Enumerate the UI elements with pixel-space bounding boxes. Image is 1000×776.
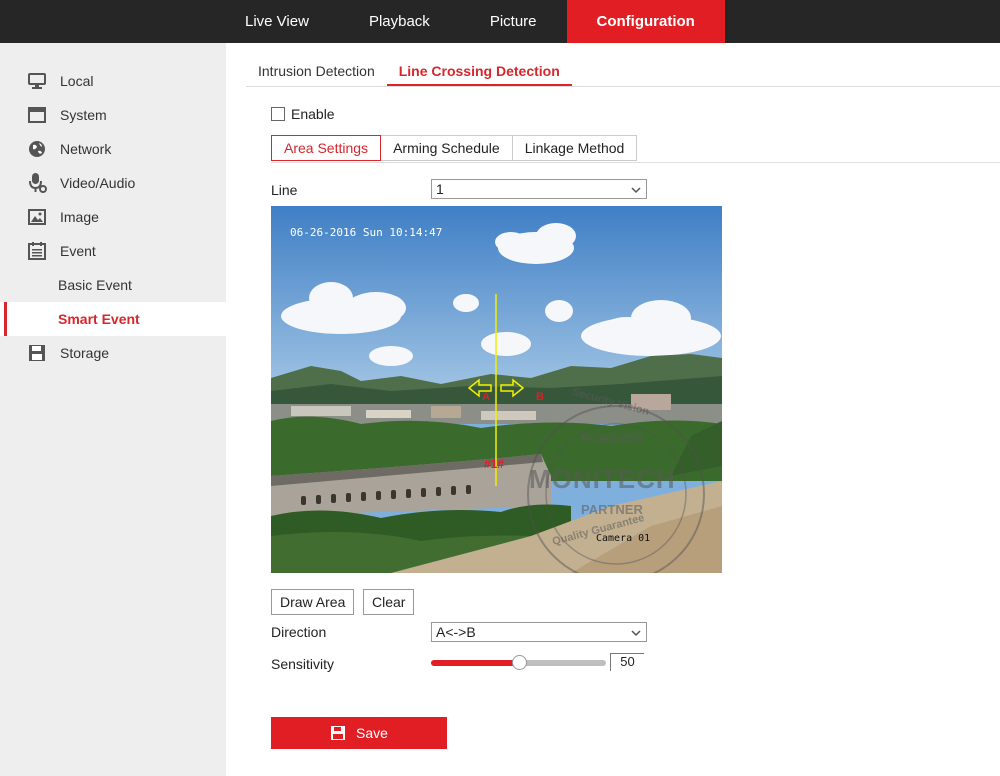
enable-label: Enable — [291, 106, 335, 122]
slider-handle[interactable] — [511, 655, 527, 670]
chevron-down-icon — [630, 182, 642, 200]
sidebar-item-label: Basic Event — [58, 277, 132, 293]
settings-steps: Area Settings Arming Schedule Linkage Me… — [271, 135, 638, 161]
globe-icon — [26, 138, 48, 160]
floppy-disk-icon — [330, 725, 346, 741]
sidebar-item-label: Video/Audio — [60, 175, 136, 191]
detection-tabs: Intrusion Detection Line Crossing Detect… — [246, 53, 572, 86]
clear-button[interactable]: Clear — [363, 589, 415, 615]
watermark-top: FOREVER — [581, 431, 644, 446]
osd-timestamp: 06-26-2016 Sun 10:14:47 — [290, 226, 443, 239]
sidebar-item-label: Image — [60, 209, 99, 225]
step-area-settings[interactable]: Area Settings — [271, 135, 382, 161]
sensitivity-value[interactable]: 50 — [610, 653, 644, 671]
enable-checkbox[interactable] — [271, 107, 285, 121]
sidebar-item-local[interactable]: Local — [0, 64, 226, 98]
main-nav: Live View Playback Picture Configuration — [215, 0, 725, 43]
sidebar: Local System Network Video/Audio Image E… — [0, 43, 226, 776]
main-content: Intrusion Detection Line Crossing Detect… — [226, 43, 1000, 776]
direction-select[interactable]: A<->B — [431, 622, 647, 642]
line-select[interactable]: 1 — [431, 179, 647, 199]
step-arming-schedule[interactable]: Arming Schedule — [381, 135, 513, 161]
microphone-icon — [26, 172, 48, 194]
top-navigation-bar: Live View Playback Picture Configuration — [0, 0, 1000, 43]
system-icon — [26, 104, 48, 126]
steps-divider — [271, 162, 1000, 163]
save-label: Save — [356, 725, 388, 741]
sidebar-item-event[interactable]: Event — [0, 234, 226, 268]
direction-select-value: A<->B — [436, 624, 476, 640]
sidebar-item-label: Storage — [60, 345, 110, 361]
sidebar-item-label: Local — [60, 73, 94, 89]
line-side-a-label: A — [482, 391, 490, 403]
slider-fill — [431, 660, 519, 666]
camera-name-osd: Camera 01 — [596, 533, 651, 544]
floppy-disk-icon — [26, 342, 48, 364]
video-preview[interactable]: 06-26-2016 Sun 10:14:47 A B #1# FOREVER … — [271, 206, 722, 573]
tab-intrusion-detection[interactable]: Intrusion Detection — [246, 53, 387, 86]
direction-label: Direction — [271, 624, 327, 640]
watermark-brand: MONITECH — [529, 464, 676, 494]
enable-row: Enable — [271, 106, 335, 122]
sensitivity-slider[interactable] — [431, 655, 606, 670]
nav-configuration[interactable]: Configuration — [566, 0, 725, 43]
video-scene — [271, 206, 722, 573]
sidebar-item-label: Smart Event — [58, 311, 140, 327]
image-icon — [26, 206, 48, 228]
sidebar-item-system[interactable]: System — [0, 98, 226, 132]
nav-live-view[interactable]: Live View — [215, 0, 339, 43]
tabs-divider — [246, 86, 1000, 87]
nav-picture[interactable]: Picture — [460, 0, 567, 43]
line-select-value: 1 — [436, 181, 444, 197]
line-id-label: #1# — [484, 457, 505, 471]
monitor-icon — [26, 70, 48, 92]
line-label: Line — [271, 182, 298, 198]
step-linkage-method[interactable]: Linkage Method — [512, 135, 638, 161]
draw-area-button[interactable]: Draw Area — [271, 589, 355, 615]
sidebar-item-label: System — [60, 107, 107, 123]
sidebar-item-label: Network — [60, 141, 112, 157]
sidebar-item-basic-event[interactable]: Basic Event — [0, 268, 226, 302]
tab-line-crossing-detection[interactable]: Line Crossing Detection — [386, 53, 572, 86]
sidebar-item-storage[interactable]: Storage — [0, 336, 226, 370]
line-side-b-label: B — [536, 391, 544, 403]
sidebar-item-image[interactable]: Image — [0, 200, 226, 234]
sidebar-item-label: Event — [60, 243, 96, 259]
sidebar-item-smart-event[interactable]: Smart Event — [0, 302, 226, 336]
save-button[interactable]: Save — [271, 717, 447, 749]
chevron-down-icon — [630, 625, 642, 643]
sensitivity-label: Sensitivity — [271, 656, 335, 672]
sidebar-item-network[interactable]: Network — [0, 132, 226, 166]
sidebar-item-video-audio[interactable]: Video/Audio — [0, 166, 226, 200]
calendar-icon — [26, 240, 48, 262]
nav-playback[interactable]: Playback — [339, 0, 460, 43]
